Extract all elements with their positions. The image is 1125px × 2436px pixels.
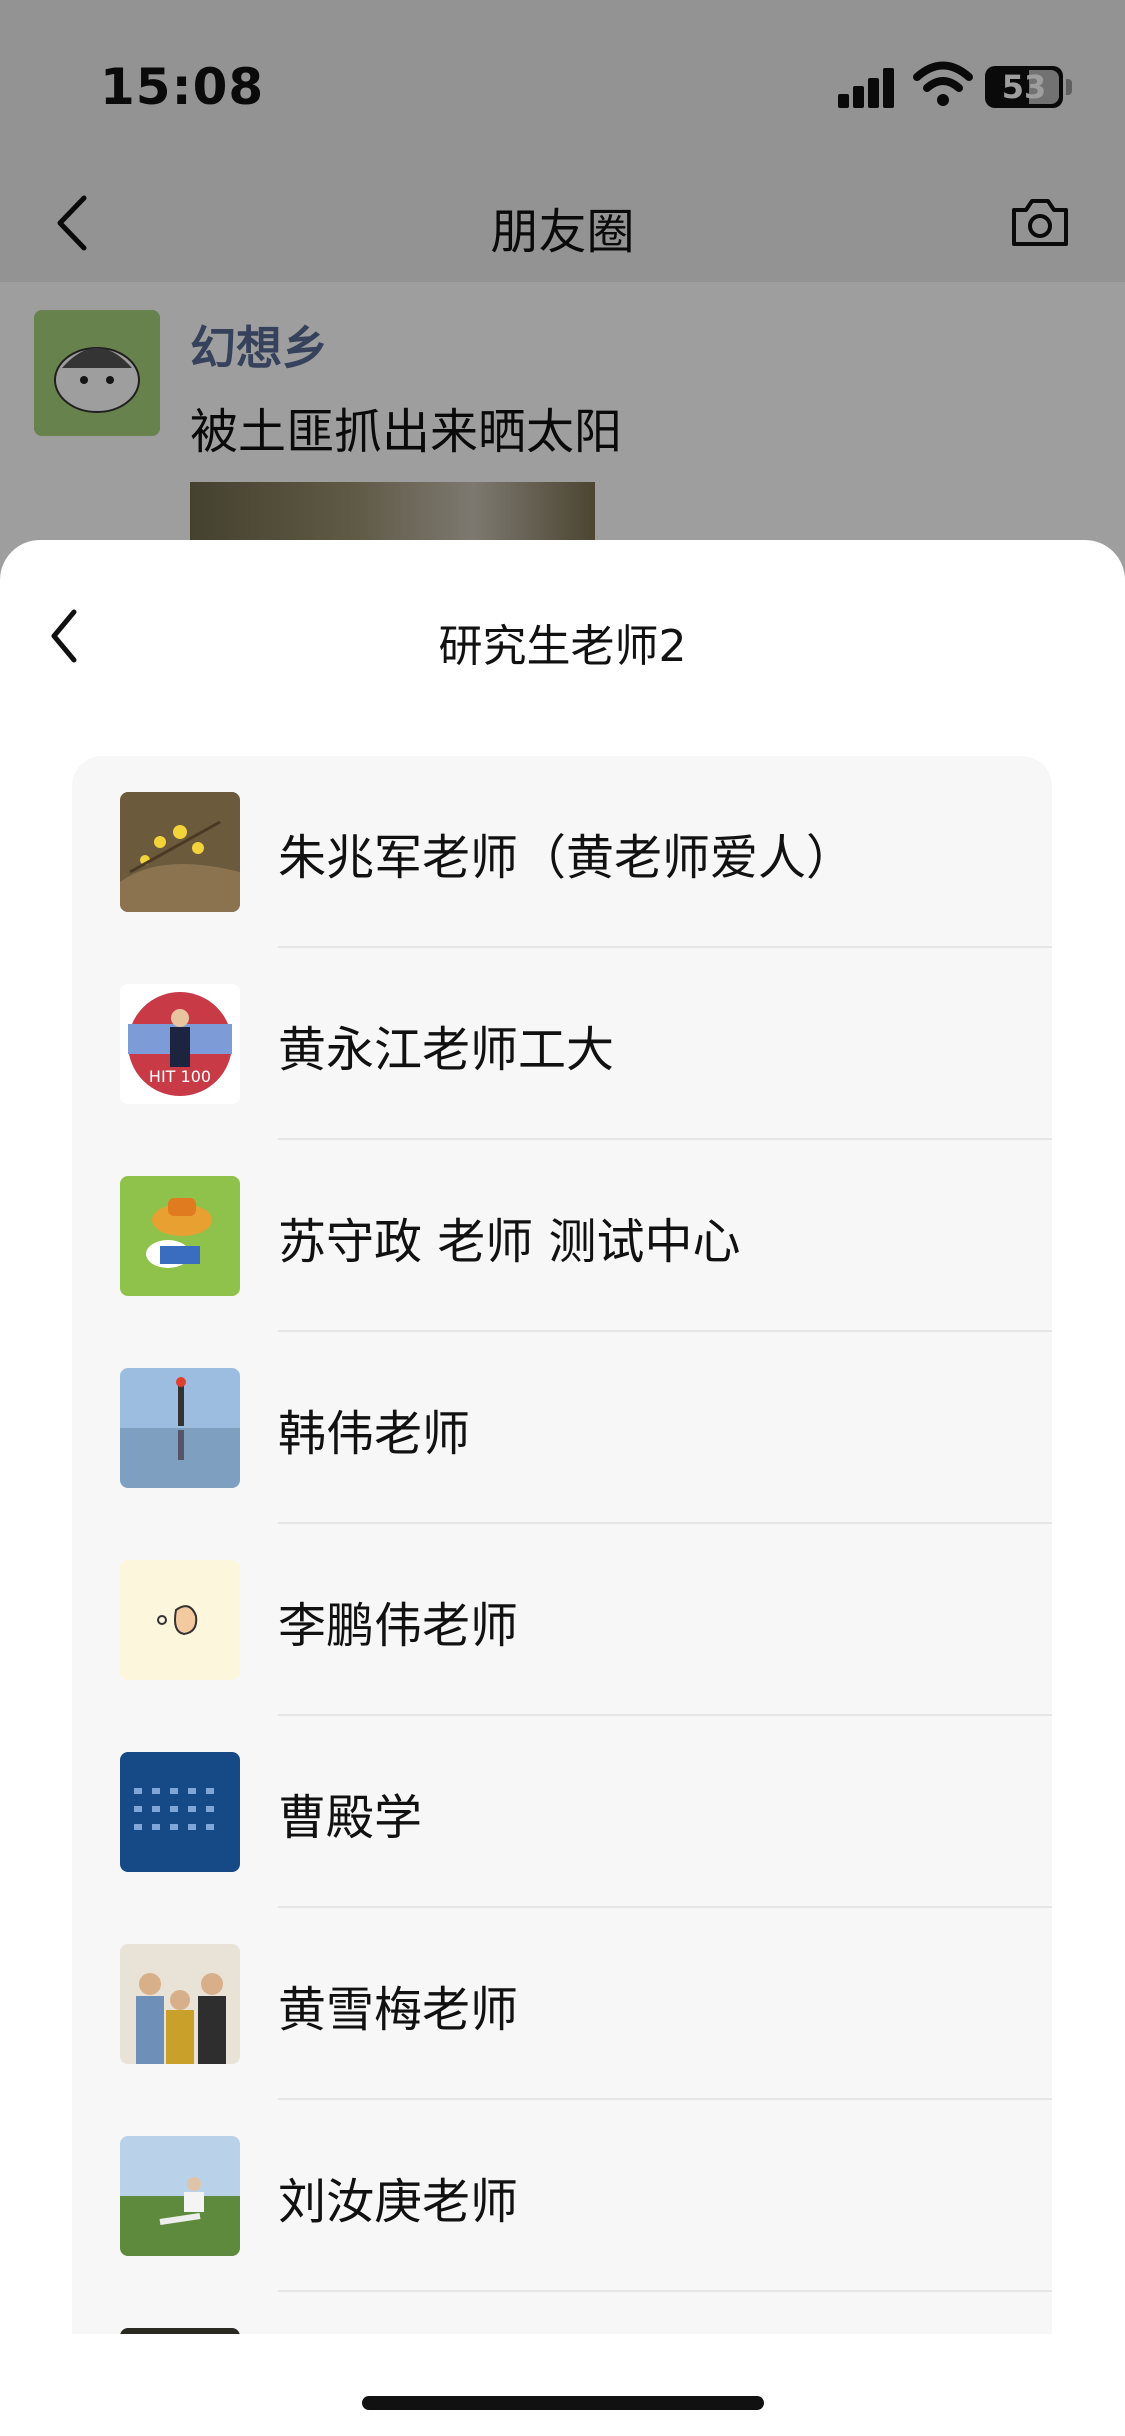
contact-row[interactable]: HIT 100 黄永江老师工大 xyxy=(72,948,1052,1140)
sheet-title: 研究生老师2 xyxy=(438,621,687,672)
svg-text:HIT 100: HIT 100 xyxy=(149,1067,211,1086)
contact-avatar xyxy=(120,1560,240,1680)
contact-row[interactable]: 黄雪梅老师 xyxy=(72,1908,1052,2100)
contact-row[interactable]: 曹殿学 xyxy=(72,1716,1052,1908)
contact-row[interactable] xyxy=(72,2292,1052,2334)
contact-name: 曹殿学 xyxy=(278,1790,423,1846)
contact-avatar xyxy=(120,1752,240,1872)
contact-avatar xyxy=(120,2136,240,2256)
contact-row[interactable]: 韩伟老师 xyxy=(72,1332,1052,1524)
contact-row[interactable]: 李鹏伟老师 xyxy=(72,1524,1052,1716)
contact-name: 黄雪梅老师 xyxy=(278,1982,519,2038)
contact-name: 朱兆军老师（黄老师爱人） xyxy=(278,830,855,886)
contact-avatar xyxy=(120,2328,240,2334)
contact-row[interactable]: 朱兆军老师（黄老师爱人） xyxy=(72,756,1052,948)
contact-avatar xyxy=(120,792,240,912)
contact-row[interactable]: 苏守政 老师 测试中心 xyxy=(72,1140,1052,1332)
contact-name: 黄永江老师工大 xyxy=(278,1022,615,1078)
group-members-sheet: 研究生老师2 朱兆军老师（黄老师爱人） HIT 100 黄永江老师工大 苏守政 … xyxy=(0,540,1125,2436)
contact-name: 李鹏伟老师 xyxy=(278,1598,519,1654)
home-indicator[interactable] xyxy=(362,2396,764,2410)
contact-avatar xyxy=(120,1368,240,1488)
contact-name: 苏守政 老师 测试中心 xyxy=(278,1214,741,1270)
contact-row[interactable]: 刘汝庚老师 xyxy=(72,2100,1052,2292)
contact-avatar xyxy=(120,1176,240,1296)
contact-avatar xyxy=(120,1944,240,2064)
contact-name: 韩伟老师 xyxy=(278,1406,471,1462)
contact-list: 朱兆军老师（黄老师爱人） HIT 100 黄永江老师工大 苏守政 老师 测试中心… xyxy=(72,756,1052,2334)
contact-avatar: HIT 100 xyxy=(120,984,240,1104)
contact-name: 刘汝庚老师 xyxy=(278,2174,519,2230)
